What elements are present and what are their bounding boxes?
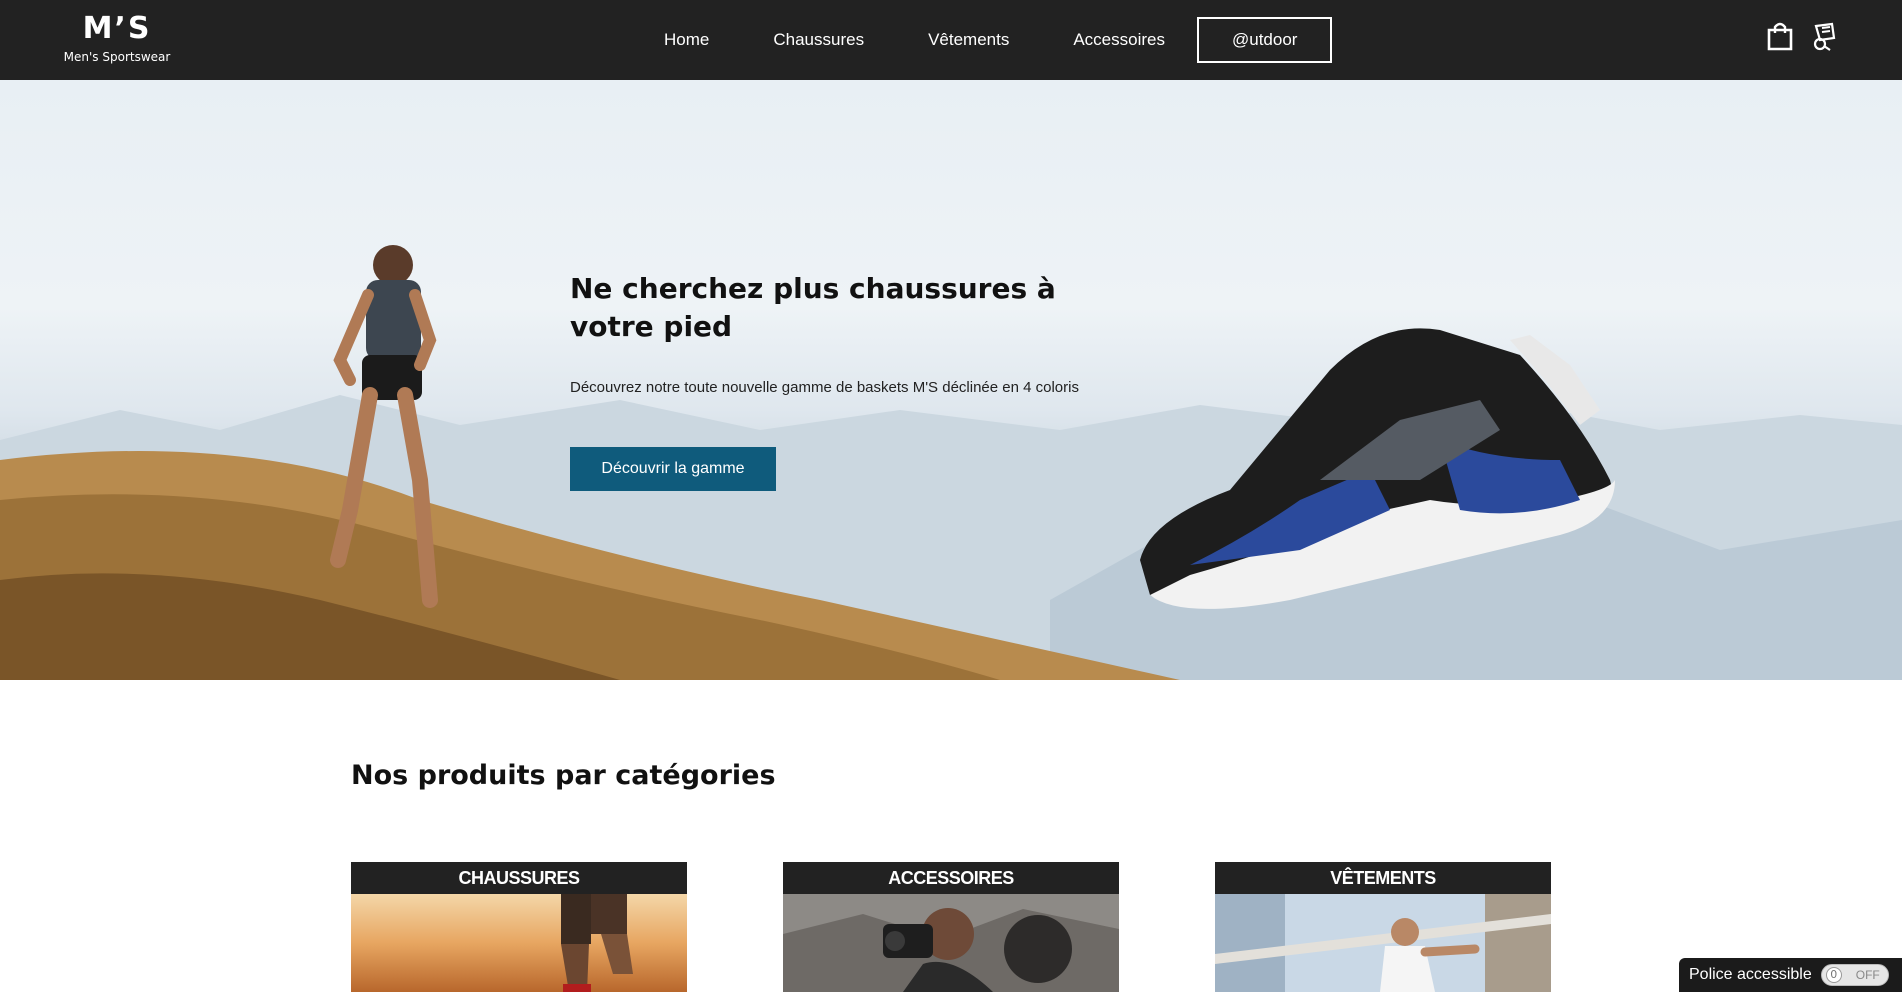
logo[interactable]: M’S Men's Sportswear [62, 8, 172, 70]
hero-title: Ne cherchez plus chaussures à votre pied [570, 272, 1056, 343]
category-label: ACCESSOIRES [783, 862, 1119, 894]
accessibility-icon[interactable] [1810, 20, 1840, 52]
discover-range-button[interactable]: Découvrir la gamme [570, 447, 776, 491]
nav-item-accessoires[interactable]: Accessoires [1041, 17, 1197, 63]
nav-item-vetements[interactable]: Vêtements [896, 17, 1041, 63]
category-card-vetements[interactable]: VÊTEMENTS [1215, 862, 1551, 992]
category-label: VÊTEMENTS [1215, 862, 1551, 894]
nav-item-outdoor[interactable]: @utdoor [1196, 17, 1333, 63]
category-image-vetements [1215, 894, 1551, 992]
logo-mark: M’S [82, 11, 152, 46]
header: M’S Men's Sportswear Home Chaussures Vêt… [0, 0, 1902, 80]
accessible-font-toggle[interactable]: Police accessible 0 OFF [1679, 958, 1902, 992]
hero-banner: Ne cherchez plus chaussures à votre pied… [0, 80, 1902, 680]
logo-tagline: Men's Sportswear [63, 50, 171, 64]
nav-item-chaussures[interactable]: Chaussures [741, 17, 896, 63]
category-label: CHAUSSURES [351, 862, 687, 894]
category-card-chaussures[interactable]: CHAUSSURES [351, 862, 687, 992]
categories-title: Nos produits par catégories [351, 760, 776, 791]
switch-state: OFF [1855, 968, 1880, 982]
switch-knob: 0 [1825, 967, 1842, 983]
shopping-bag-icon[interactable] [1765, 20, 1795, 52]
main-nav: Home Chaussures Vêtements Accessoires @u… [632, 17, 1333, 63]
hero-description: Découvrez notre toute nouvelle gamme de … [570, 379, 1079, 396]
category-card-accessoires[interactable]: ACCESSOIRES [783, 862, 1119, 992]
nav-item-home[interactable]: Home [632, 17, 741, 63]
accessible-font-switch[interactable]: 0 OFF [1820, 964, 1889, 986]
accessible-font-label: Police accessible [1689, 966, 1812, 983]
category-image-chaussures [351, 894, 687, 992]
category-image-accessoires [783, 894, 1119, 992]
